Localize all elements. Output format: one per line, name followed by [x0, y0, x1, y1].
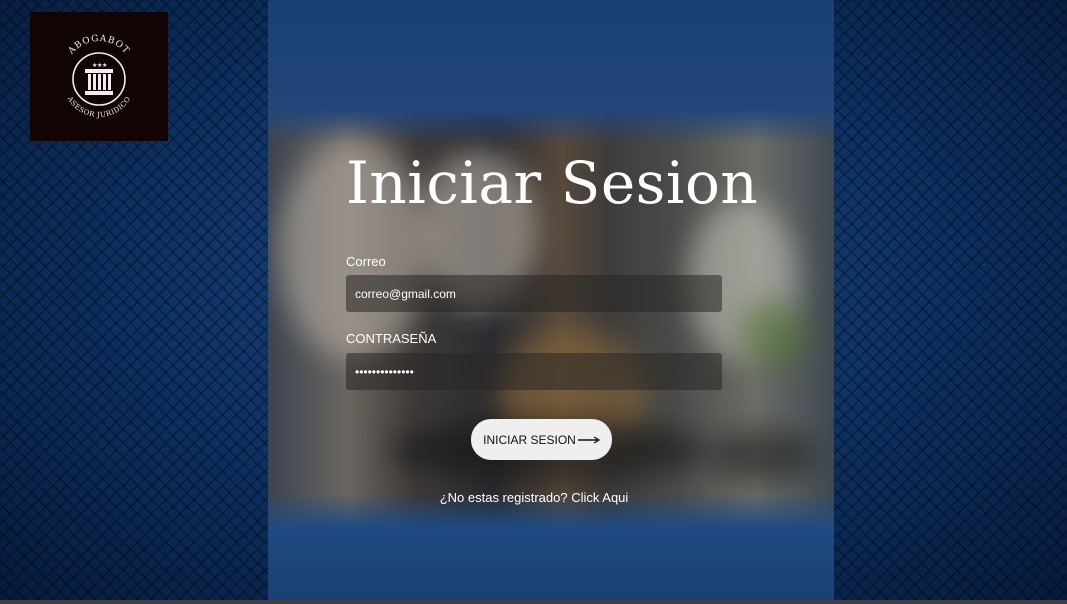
logo-bottom-text: ASESOR JURIDICO	[65, 94, 132, 119]
column-pillar-icon: ABOGABOT ASESOR JURIDICO ★ ★ ★	[65, 33, 132, 119]
svg-text:★: ★	[102, 62, 107, 69]
page-title: Iniciar Sesion	[346, 149, 759, 217]
svg-text:ASESOR JURIDICO: ASESOR JURIDICO	[65, 94, 132, 119]
register-link[interactable]: ¿No estas registrado? Click Aqui	[346, 490, 722, 505]
password-label: CONTRASEÑA	[346, 331, 437, 346]
email-field[interactable]: correo@gmail.com	[346, 275, 722, 312]
login-button[interactable]: INICIAR SESION	[471, 419, 612, 460]
login-form: Iniciar Sesion Correo correo@gmail.com C…	[346, 149, 759, 390]
window-bottom-bar	[0, 600, 1067, 604]
email-label: Correo	[346, 254, 386, 269]
brand-logo: ABOGABOT ASESOR JURIDICO ★ ★ ★	[30, 12, 168, 141]
login-button-label: INICIAR SESION	[483, 432, 576, 447]
arrow-right-icon	[577, 435, 600, 444]
password-field[interactable]: ••••••••••••••	[346, 353, 722, 390]
